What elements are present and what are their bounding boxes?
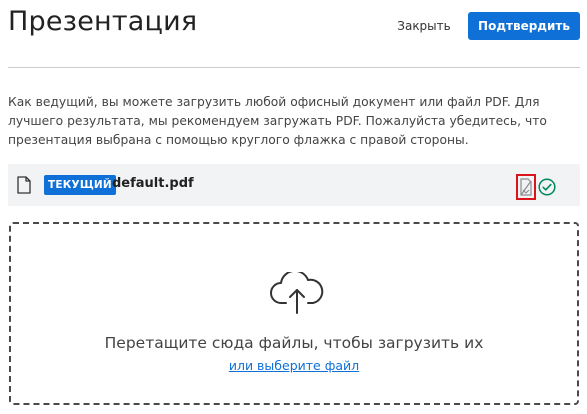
- file-name: default.pdf: [112, 176, 194, 191]
- choose-file-link[interactable]: или выберите файл: [229, 358, 359, 373]
- cloud-upload-icon: [270, 272, 324, 314]
- presentation-upload-modal: Презентация Закрыть Подтвердить Как веду…: [0, 0, 587, 414]
- page-title: Презентация: [8, 6, 198, 37]
- confirm-button[interactable]: Подтвердить: [468, 12, 580, 40]
- check-circle-icon[interactable]: [538, 178, 556, 196]
- header-divider: [8, 67, 580, 68]
- choose-file-link-wrap: или выберите файл: [11, 358, 577, 373]
- close-button[interactable]: Закрыть: [390, 13, 458, 39]
- download-toggle[interactable]: [516, 174, 536, 200]
- file-list-item: ТЕКУЩИЙ default.pdf: [8, 164, 580, 206]
- download-toggle-icon: [520, 178, 532, 196]
- document-icon: [17, 176, 31, 194]
- current-badge: ТЕКУЩИЙ: [44, 175, 116, 195]
- upload-instructions: Как ведущий, вы можете загрузить любой о…: [8, 95, 547, 147]
- dropzone-text: Перетащите сюда файлы, чтобы загрузить и…: [104, 334, 484, 352]
- file-dropzone[interactable]: Перетащите сюда файлы, чтобы загрузить и…: [9, 222, 579, 405]
